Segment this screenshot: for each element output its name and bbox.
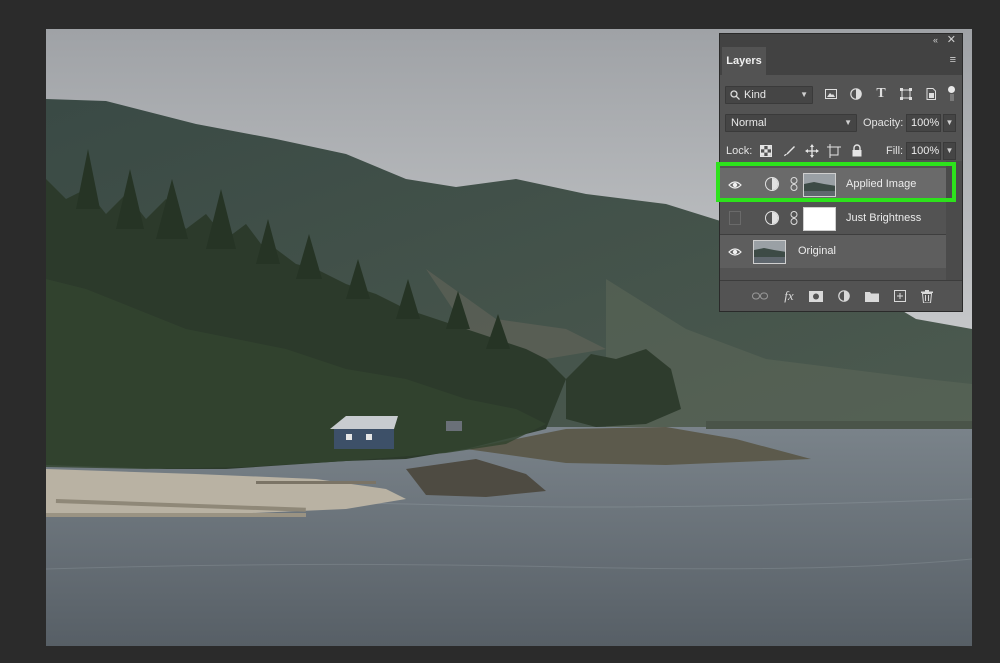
shape-filter-icon[interactable] — [897, 85, 915, 103]
lock-image-pixels-icon[interactable] — [781, 143, 797, 159]
panel-tab-bar: Layers ≡ — [720, 47, 962, 75]
blend-mode-dropdown[interactable]: Normal ▼ — [725, 114, 857, 132]
opacity-slider-toggle[interactable]: ▼ — [943, 114, 956, 132]
close-panel-icon[interactable]: ✕ — [947, 34, 956, 47]
type-filter-icon[interactable]: T — [872, 85, 890, 103]
search-icon — [730, 90, 740, 100]
eye-icon[interactable] — [728, 245, 742, 259]
blend-row: Normal ▼ Opacity: 100% ▼ — [720, 114, 962, 134]
panel-menu-icon[interactable]: ≡ — [950, 55, 956, 66]
lock-row: Lock: Fill: 100% ▼ — [720, 142, 962, 161]
lock-artboard-icon[interactable] — [826, 143, 842, 159]
fx-icon[interactable]: fx — [780, 288, 798, 304]
tab-layers[interactable]: Layers — [722, 47, 766, 75]
layers-bottom-toolbar: fx — [720, 280, 962, 311]
layer-mask-icon[interactable] — [807, 288, 825, 304]
filter-kind-label: Kind — [744, 89, 767, 101]
delete-layer-icon[interactable] — [918, 288, 936, 304]
opacity-input[interactable]: 100% — [906, 114, 941, 132]
layer-mask-thumbnail[interactable] — [803, 207, 836, 231]
layer-row-original[interactable]: Original — [720, 235, 946, 268]
lock-position-icon[interactable] — [804, 143, 820, 159]
layer-row-just-brightness[interactable]: Just Brightness — [720, 202, 946, 235]
blend-mode-value: Normal — [731, 117, 767, 129]
filter-toggle[interactable] — [948, 85, 955, 103]
layer-thumbnail[interactable] — [753, 240, 786, 264]
fill-label: Fill: — [886, 145, 904, 157]
layer-name[interactable]: Original — [798, 235, 836, 268]
lock-label: Lock: — [726, 145, 753, 157]
new-group-icon[interactable] — [863, 288, 881, 304]
smart-object-filter-icon[interactable] — [922, 85, 940, 103]
lock-transparent-pixels-icon[interactable] — [758, 143, 774, 159]
chevron-down-icon: ▼ — [844, 118, 852, 127]
new-layer-icon[interactable] — [891, 288, 909, 304]
link-icon[interactable] — [790, 210, 798, 226]
panel-title-bar: « ✕ — [720, 34, 962, 47]
visibility-toggle-off[interactable] — [729, 211, 741, 225]
link-layers-icon[interactable] — [751, 288, 769, 304]
fill-slider-toggle[interactable]: ▼ — [943, 142, 956, 160]
adjustment-filter-icon[interactable] — [847, 85, 865, 103]
adjustment-layer-icon[interactable] — [765, 211, 779, 225]
fill-input[interactable]: 100% — [906, 142, 941, 160]
filter-row: Kind ▼ T — [720, 85, 962, 105]
layer-name[interactable]: Just Brightness — [846, 202, 921, 235]
filter-kind-dropdown[interactable]: Kind ▼ — [725, 86, 813, 104]
opacity-label: Opacity: — [863, 117, 904, 129]
chevron-down-icon: ▼ — [800, 90, 808, 99]
lock-all-icon[interactable] — [849, 143, 865, 159]
highlight-box — [716, 162, 956, 202]
new-adjustment-icon[interactable] — [835, 288, 853, 304]
collapse-panel-icon[interactable]: « — [933, 34, 938, 47]
image-filter-icon[interactable] — [822, 85, 840, 103]
